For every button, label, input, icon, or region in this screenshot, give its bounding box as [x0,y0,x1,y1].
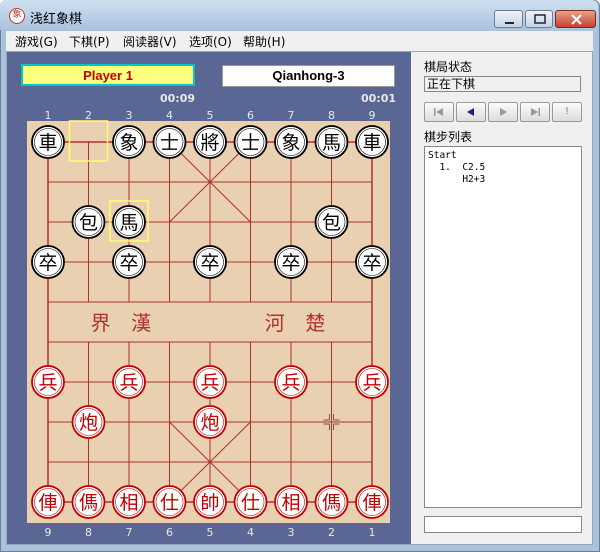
piece-label[interactable]: 卒 [281,252,300,274]
first-move-icon [434,108,443,116]
piece-label[interactable]: 兵 [281,372,300,394]
board-surface [27,121,390,523]
piece-label[interactable]: 炮 [79,412,98,434]
piece-label[interactable]: 卒 [38,252,57,274]
file-number-top: 4 [166,109,173,122]
piece-label[interactable]: 士 [160,132,179,154]
file-number-top: 9 [369,109,376,122]
piece-label[interactable]: 相 [119,492,138,514]
file-number-bottom: 5 [207,526,214,539]
river-label: 漢 [131,311,151,335]
alert-button[interactable]: ! [552,102,582,122]
piece-label[interactable]: 馬 [119,212,138,234]
piece-label[interactable]: 兵 [362,372,381,394]
piece-label[interactable]: 仕 [160,492,179,514]
first-move-button[interactable] [424,102,454,122]
piece-label[interactable]: 將 [200,132,219,154]
moves-label: 棋步列表 [424,130,473,144]
piece-label[interactable]: 兵 [38,372,57,394]
move-line: 1. C2.5 [428,162,486,173]
piece-label[interactable]: 傌 [79,492,98,514]
file-number-bottom: 9 [45,526,52,539]
file-number-bottom: 8 [85,526,92,539]
file-number-bottom: 3 [288,526,295,539]
piece-label[interactable]: 兵 [119,372,138,394]
piece-label[interactable]: 包 [79,212,98,234]
piece-label[interactable]: 俥 [362,492,381,514]
file-number-top: 5 [207,109,214,122]
piece-label[interactable]: 包 [322,212,341,234]
file-number-bottom: 2 [328,526,335,539]
file-number-bottom: 6 [166,526,173,539]
file-number-top: 6 [247,109,254,122]
file-number-top: 3 [126,109,133,122]
piece-label[interactable]: 馬 [322,132,341,154]
piece-label[interactable]: 卒 [200,252,219,274]
move-line: H2+3 [428,174,486,185]
piece-label[interactable]: 相 [281,492,300,514]
file-number-top: 8 [328,109,335,122]
piece-label[interactable]: 卒 [119,252,138,274]
piece-label[interactable]: 俥 [38,492,57,514]
file-number-top: 7 [288,109,295,122]
file-number-bottom: 4 [247,526,254,539]
last-move-icon [531,108,540,116]
piece-label[interactable]: 士 [241,132,260,154]
river-label: 河 [265,311,285,335]
piece-label[interactable]: 兵 [200,372,219,394]
file-number-bottom: 7 [126,526,133,539]
piece-label[interactable]: 卒 [362,252,381,274]
next-move-icon [500,108,507,116]
piece-label[interactable]: 象 [281,132,300,154]
prev-move-icon [467,108,474,116]
prev-move-button[interactable] [456,102,486,122]
piece-label[interactable]: 傌 [322,492,341,514]
piece-label[interactable]: 車 [362,132,381,154]
move-list[interactable]: Start 1. C2.5 H2+3 [424,146,582,508]
file-number-top: 2 [85,109,92,122]
file-number-top: 1 [45,109,52,122]
river-label: 界 [91,311,111,335]
last-move-button[interactable] [520,102,550,122]
file-number-bottom: 1 [369,526,376,539]
status-field: 正在下棋 [424,76,581,92]
river-label: 楚 [305,311,325,335]
status-label: 棋局状态 [424,60,473,74]
piece-label[interactable]: 帥 [200,492,219,514]
piece-label[interactable]: 象 [119,132,138,154]
piece-label[interactable]: 仕 [241,492,260,514]
next-move-button[interactable] [488,102,518,122]
piece-label[interactable]: 車 [38,132,57,154]
comment-field[interactable] [424,516,582,533]
move-line: Start [428,150,457,161]
piece-label[interactable]: 炮 [200,412,219,434]
